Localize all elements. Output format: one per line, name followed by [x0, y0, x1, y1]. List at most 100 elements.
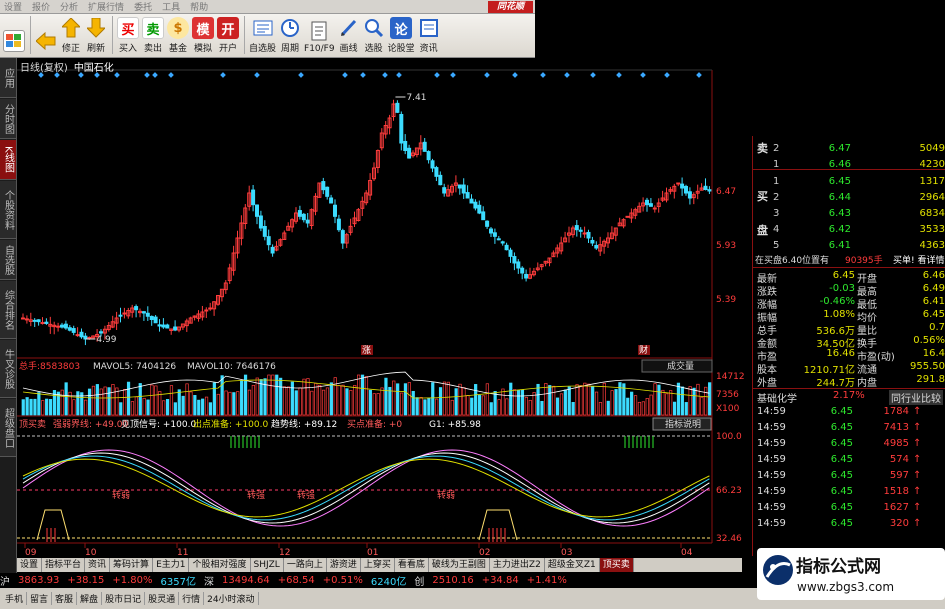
- indicator-tab-1[interactable]: 指标平台: [42, 558, 86, 572]
- indicator-tab-11[interactable]: 破线为王副图: [429, 558, 490, 572]
- volume-bar: [446, 381, 450, 416]
- tick-up-arrow-icon: ↑: [913, 406, 922, 417]
- cy-change: +34.84: [481, 575, 519, 586]
- candle-body: [489, 228, 493, 234]
- indicator-tab-8[interactable]: 游资进: [327, 558, 361, 572]
- period-button[interactable]: 周期: [278, 14, 302, 54]
- volume-bar: [275, 374, 279, 416]
- candle-body: [625, 215, 630, 218]
- sidebar-tab-super-orderbook[interactable]: 超级盘口: [0, 399, 16, 457]
- candle-body: [255, 204, 259, 217]
- back-button[interactable]: [34, 14, 58, 54]
- candle-body: [477, 204, 482, 214]
- indicator-tab-5[interactable]: 个股相对强度: [189, 558, 251, 572]
- indicator-value-2: 出点准备: +100.0: [193, 418, 268, 430]
- left-sidebar: 应用 分时图 K线图 个股资料 自选股 综合排名 牛叉诊股 超级盘口: [0, 58, 17, 578]
- tick-row: 14:59 6.45 574 ↑: [753, 454, 945, 468]
- indicator-tab-10[interactable]: 看看底: [395, 558, 429, 572]
- sidebar-tab-stock-profile[interactable]: 个股资料: [0, 181, 16, 239]
- sell-button[interactable]: 卖卖出: [141, 14, 165, 54]
- layout-button[interactable]: [2, 14, 26, 54]
- status-quotes[interactable]: 行情: [179, 592, 205, 605]
- menu-settings[interactable]: 设置: [4, 0, 22, 13]
- watchlist-button[interactable]: 自选股: [248, 14, 277, 54]
- indicator-tick-label: 32.46: [716, 534, 742, 544]
- pending-order-notice[interactable]: 在买盘6.40位置有 90395手 买单! 看详情: [753, 253, 945, 266]
- volume-bar: [271, 374, 275, 416]
- quote-row: 涨幅 -0.46% 最低 6.41: [753, 296, 945, 311]
- volume-bar: [602, 382, 606, 416]
- volume-bar: [290, 381, 294, 416]
- volume-bar: [314, 383, 318, 416]
- sz-amount: 6240亿: [370, 577, 407, 588]
- sidebar-tab-kline[interactable]: K线图: [0, 140, 16, 180]
- sidebar-tab-timeshare[interactable]: 分时图: [0, 99, 16, 139]
- menu-extended-quotes[interactable]: 扩展行情: [88, 0, 124, 13]
- indicator-tab-3[interactable]: 筹码计算: [110, 558, 154, 572]
- buy-button[interactable]: 买买入: [116, 14, 140, 54]
- indicator-tab-14[interactable]: 顶买卖: [599, 558, 634, 572]
- sh-label: 沪: [0, 577, 10, 588]
- fix-button[interactable]: 修正: [59, 14, 83, 54]
- status-service[interactable]: 客服: [52, 592, 78, 605]
- bid-volume: 2964: [919, 192, 945, 203]
- simulate-button[interactable]: 模模拟: [191, 14, 215, 54]
- status-commentary[interactable]: 解盘: [77, 592, 103, 605]
- watermark-url: www.zbgs3.com: [797, 580, 895, 594]
- watermark-title: 指标公式网: [796, 557, 881, 577]
- volume-bar: [427, 397, 431, 416]
- volume-bar: [567, 386, 571, 416]
- kline-chart[interactable]: 7.41 4.99 6.47 5.93 5.39 涨 财总手:8583803 MAVOL5: …: [17, 58, 752, 558]
- event-diamond: [152, 72, 158, 78]
- volume-bar: [509, 382, 513, 416]
- indicator-tab-6[interactable]: SHJZL: [251, 558, 284, 572]
- candle-body: [204, 309, 209, 312]
- sidebar-tab-apps[interactable]: 应用: [0, 58, 16, 98]
- indicator-tab-2[interactable]: 资讯: [85, 558, 111, 572]
- forum-button[interactable]: 论论股堂: [387, 14, 416, 54]
- stock-picker-button[interactable]: 选股: [362, 14, 386, 54]
- app-window: 设置 报价 分析 扩展行情 委托 工具 帮助 同花顺 修正 刷新 买买入 卖卖出…: [0, 0, 945, 609]
- indicator-tab-4[interactable]: E主力1: [153, 558, 190, 572]
- status-24h-news[interactable]: 24小时滚动: [204, 592, 259, 605]
- candle-body: [516, 261, 521, 269]
- menu-quotes[interactable]: 报价: [32, 0, 50, 13]
- tick-up-arrow-icon: ↑: [913, 438, 922, 449]
- status-mobile[interactable]: 手机: [2, 592, 28, 605]
- indicator-tab-7[interactable]: 一路向上: [284, 558, 327, 572]
- menu-analysis[interactable]: 分析: [60, 0, 78, 13]
- tick-row: 14:59 6.45 4985 ↑: [753, 438, 945, 452]
- f10-button[interactable]: F10/F9: [303, 14, 336, 54]
- sidebar-tab-ranking[interactable]: 综合排名: [0, 281, 16, 339]
- event-diamond: [114, 72, 120, 78]
- menu-tools[interactable]: 工具: [162, 0, 180, 13]
- fund-button[interactable]: $ 基金: [166, 14, 190, 54]
- status-message[interactable]: 留言: [27, 592, 53, 605]
- quote-value: 6.41: [922, 296, 945, 307]
- sidebar-tab-diagnosis[interactable]: 牛叉诊股: [0, 340, 16, 398]
- event-tag-cai: 财: [639, 344, 648, 356]
- zone-label: 转强: [297, 489, 315, 501]
- volume-bar: [247, 389, 252, 416]
- indicator-tab-0[interactable]: 设置: [17, 558, 43, 572]
- draw-line-button[interactable]: 画线: [337, 14, 361, 54]
- date-tick-label: 04: [681, 548, 693, 558]
- volume-bar: [555, 397, 560, 416]
- indicator-tab-9[interactable]: 上穿买: [361, 558, 395, 572]
- menu-trade[interactable]: 委托: [134, 0, 152, 13]
- tick-row: 14:59 6.45 1784 ↑: [753, 406, 945, 420]
- status-diary[interactable]: 股市日记: [102, 592, 146, 605]
- open-account-button[interactable]: 开开户: [216, 14, 240, 54]
- news-button[interactable]: 资讯: [417, 14, 441, 54]
- sidebar-tab-watchlist[interactable]: 自选股: [0, 240, 16, 280]
- tick-price: 6.45: [830, 518, 853, 529]
- menu-help[interactable]: 帮助: [190, 0, 208, 13]
- volume-bar: [481, 395, 486, 416]
- indicator-tab-13[interactable]: 超级金叉Z1: [545, 558, 600, 572]
- tick-row: 14:59 6.45 7413 ↑: [753, 422, 945, 436]
- refresh-button[interactable]: 刷新: [84, 14, 108, 54]
- candle-body: [32, 319, 37, 322]
- status-lingtong[interactable]: 股灵通: [145, 592, 180, 605]
- indicator-tab-12[interactable]: 主力进出Z2: [490, 558, 545, 572]
- quote-divider: [753, 267, 945, 268]
